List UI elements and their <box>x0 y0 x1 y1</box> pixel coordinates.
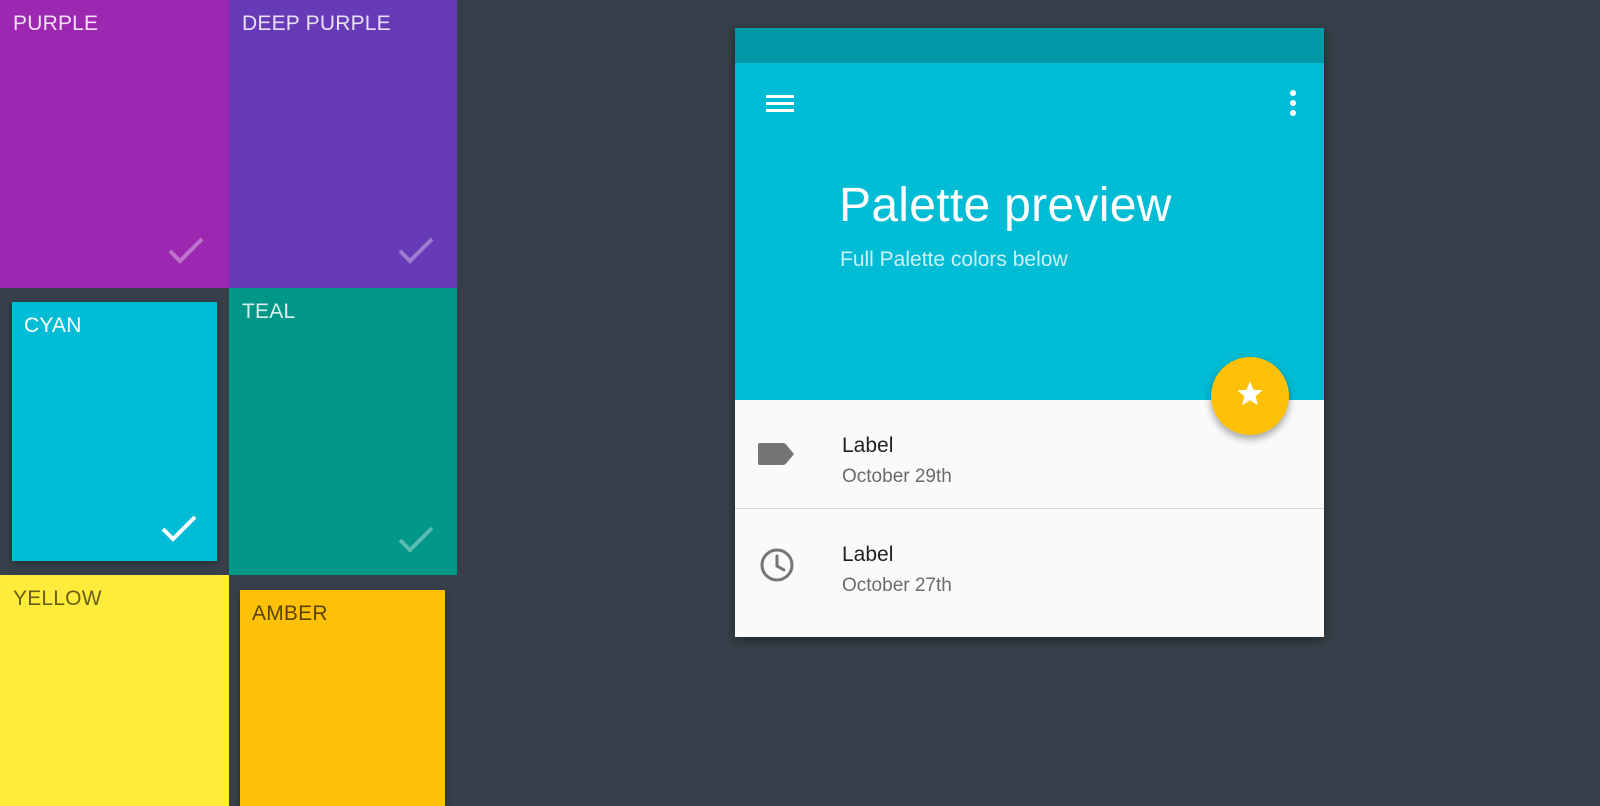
item-label: Label <box>842 434 894 457</box>
tile-name: DEEP PURPLE <box>242 12 391 35</box>
app-bar: Palette preview Full Palette colors belo… <box>735 63 1324 400</box>
check-icon <box>167 236 205 266</box>
more-vert-icon[interactable] <box>1277 88 1309 120</box>
palette-tile-cyan[interactable]: CYAN <box>12 302 217 561</box>
page-subtitle: Full Palette colors below <box>840 248 1068 271</box>
menu-icon[interactable] <box>765 88 797 120</box>
status-bar <box>735 28 1324 63</box>
favorite-fab-button[interactable] <box>1211 357 1289 435</box>
item-date: October 27th <box>842 575 952 596</box>
tile-name: TEAL <box>242 300 296 323</box>
list-item[interactable]: Label October 27th <box>735 508 1324 617</box>
item-date: October 29th <box>842 466 952 487</box>
palette-tile-yellow[interactable]: YELLOW <box>0 575 229 806</box>
check-icon <box>160 514 198 544</box>
label-icon <box>757 434 797 474</box>
check-icon <box>397 525 435 555</box>
tile-name: PURPLE <box>13 12 99 35</box>
check-icon <box>397 236 435 266</box>
star-icon <box>1234 378 1266 415</box>
palette-tile-purple[interactable]: PURPLE <box>0 0 229 288</box>
tile-name: CYAN <box>24 314 82 337</box>
tile-name: YELLOW <box>13 587 102 610</box>
page-title: Palette preview <box>839 179 1172 232</box>
palette-preview-card: Palette preview Full Palette colors belo… <box>735 28 1324 637</box>
palette-tile-teal[interactable]: TEAL <box>229 288 457 575</box>
clock-icon <box>757 545 797 585</box>
item-label: Label <box>842 543 894 566</box>
tile-name: AMBER <box>252 602 328 625</box>
palette-tile-amber[interactable]: AMBER <box>240 590 445 806</box>
palette-tile-deep-purple[interactable]: DEEP PURPLE <box>229 0 457 288</box>
